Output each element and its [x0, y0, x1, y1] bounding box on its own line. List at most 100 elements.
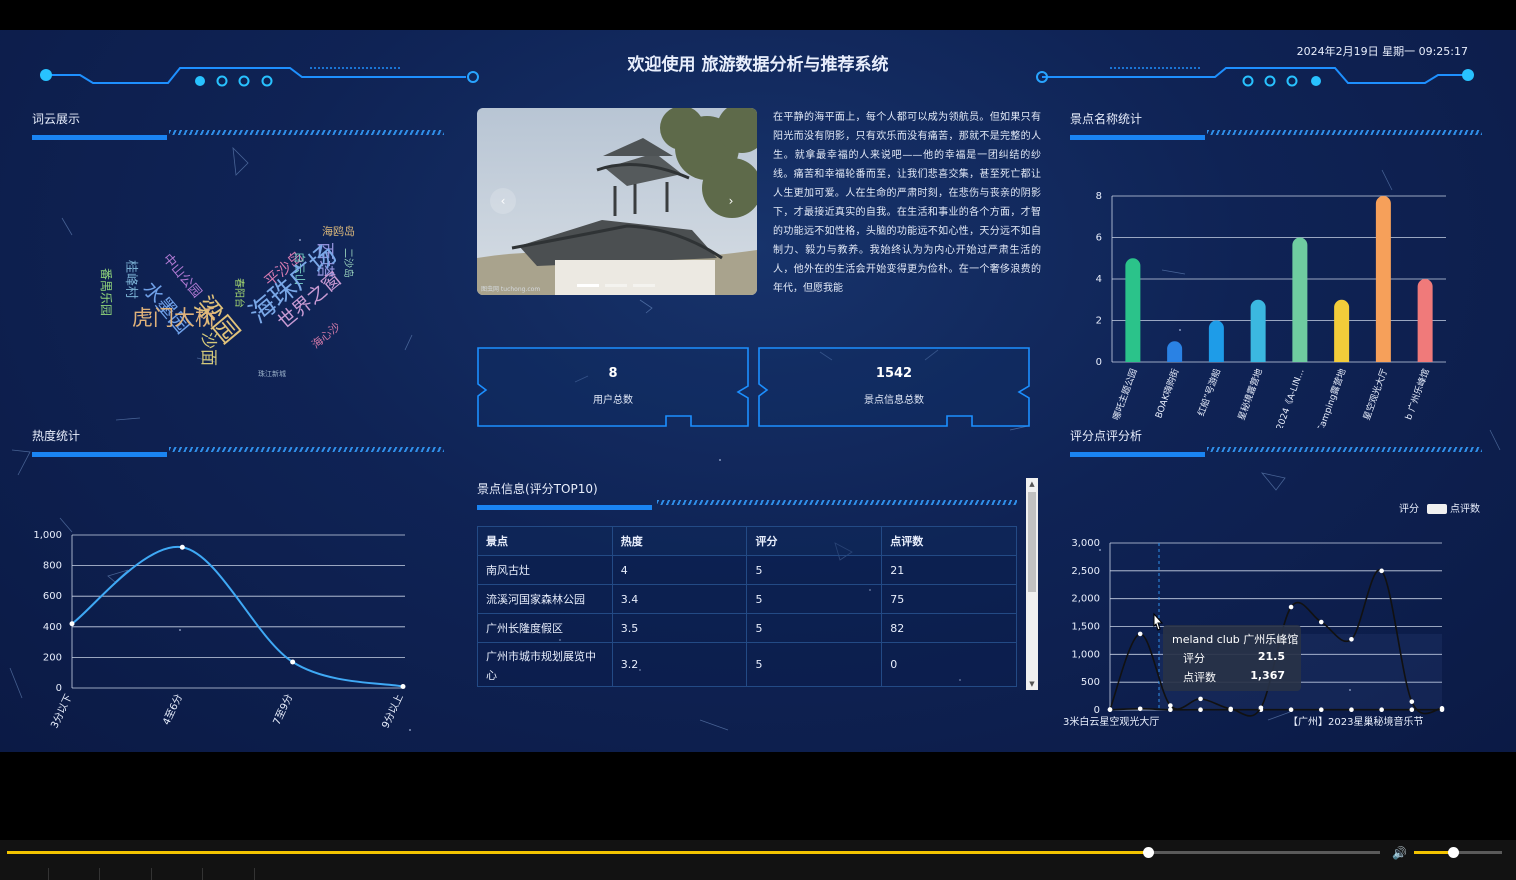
series-point — [1198, 696, 1203, 702]
x-tick-label: 9分以上 — [379, 692, 405, 730]
series-point — [1228, 706, 1234, 712]
intro-text: 在平静的海平面上，每个人都可以成为领航员。但如果只有阳光而没有阴影，只有欢乐而没… — [773, 112, 1041, 294]
word-cloud-word[interactable]: 春阳台 — [233, 278, 244, 308]
y-tick-label: 2,500 — [1071, 566, 1100, 577]
tooltip-row-label: 点评数 — [1183, 671, 1216, 684]
col-header-rating: 评分 — [746, 526, 883, 556]
word-cloud-word[interactable]: 桂峰村 — [123, 260, 138, 299]
heat-line-chart[interactable]: 0 200 400 600 800 1,000 3分以下 4至6分 7至9分 9分以上 — [20, 485, 420, 735]
y-tick-label: 200 — [43, 652, 62, 663]
table-panel-title: 景点信息(评分TOP10) — [477, 482, 598, 496]
x-tick-label: 星秘境露营地 — [1235, 367, 1265, 422]
heat-point — [179, 544, 185, 550]
x-tick-label: 4至6分 — [160, 692, 185, 727]
series-line-0 — [1109, 708, 1442, 711]
table-scrollbar[interactable]: ▲ ▼ — [1026, 478, 1038, 690]
rating-line-chart[interactable]: 0 500 1,000 1,500 2,000 2,500 3,000 3米白云星空观光大厅 【… — [1060, 460, 1490, 740]
dashboard: 欢迎使用 旅游数据分析与推荐系统 2024年2月19日 星期一 09:25:17… — [0, 30, 1516, 752]
table-row: 流溪河国家森林公园 3.4 5 75 — [477, 584, 1017, 614]
cell-reviews: 0 — [881, 642, 1017, 687]
col-header-reviews: 点评数 — [881, 526, 1017, 556]
bar — [1334, 299, 1350, 362]
y-tick-label: 500 — [1081, 677, 1100, 688]
bar — [1417, 279, 1433, 362]
word-cloud-word[interactable]: 珠江新城 — [258, 371, 286, 378]
y-tick-label: 6 — [1096, 233, 1102, 244]
taskbar-dividers — [0, 868, 260, 880]
photo-caption: 图虫网 tuchong.com — [481, 286, 541, 293]
heat-line — [71, 546, 404, 688]
cell-heat: 3.4 — [611, 584, 748, 614]
word-cloud-word[interactable]: 虎门大桥 — [132, 308, 216, 329]
x-tick-label: b 广州乐峰馆 — [1402, 367, 1432, 421]
cell-spot: 流溪河国家森林公园 — [477, 584, 613, 614]
heat-point — [400, 683, 406, 689]
cell-reviews: 21 — [881, 555, 1017, 585]
scroll-up-arrow-icon[interactable]: ▲ — [1026, 478, 1038, 490]
user-count-value: 8 — [608, 366, 618, 381]
col-header-heat: 热度 — [611, 526, 748, 556]
volume-slider[interactable] — [1414, 847, 1502, 858]
seek-bar[interactable] — [7, 847, 1380, 858]
spot-count-value: 1542 — [875, 366, 913, 381]
cell-rating: 5 — [746, 613, 883, 643]
cell-spot: 南风古灶 — [477, 555, 613, 585]
pavilion-photo — [477, 108, 757, 295]
heat-panel-title: 热度统计 — [32, 429, 81, 443]
cell-reviews: 75 — [881, 584, 1017, 614]
scroll-thumb[interactable] — [1028, 492, 1036, 592]
spot-bar-chart[interactable]: 0 2 4 6 8 哪吒主题公园 BOAK嗨购街 红船”号游船 星秘境露营地 2024《A-LIN… — [1090, 178, 1470, 428]
cell-heat: 3.2 — [611, 642, 748, 687]
x-tick-label: 7至9分 — [271, 692, 296, 727]
media-player-bar: 🔊 — [0, 752, 1516, 880]
series-point — [1168, 707, 1173, 713]
series-point — [1379, 707, 1384, 713]
cell-rating: 5 — [746, 642, 883, 687]
word-cloud-word[interactable]: 海心沙 — [309, 320, 343, 351]
x-tick-label: 【广州】2023星巢秘境音乐节 — [1288, 715, 1423, 728]
spot-count-label: 景点信息总数 — [864, 395, 924, 406]
x-tick-label: 3分以下 — [48, 692, 74, 730]
word-cloud-word[interactable]: 沙面 — [198, 332, 218, 366]
volume-icon[interactable]: 🔊 — [1392, 846, 1407, 860]
bar — [1292, 237, 1308, 362]
scroll-down-arrow-icon[interactable]: ▼ — [1026, 678, 1038, 690]
series-point — [1288, 707, 1294, 713]
series-point — [1349, 637, 1354, 642]
image-carousel[interactable]: ‹ › 图虫网 tuchong.com — [477, 108, 757, 295]
y-tick-label: 600 — [43, 591, 62, 602]
series-point — [1288, 604, 1294, 610]
user-count-label: 用户总数 — [593, 395, 633, 406]
wordcloud-title-underline — [32, 128, 444, 140]
rating-title-underline — [1070, 445, 1482, 457]
y-tick-label: 4 — [1096, 274, 1102, 285]
heat-point — [69, 621, 75, 627]
bar — [1167, 341, 1183, 362]
page-title: 欢迎使用 旅游数据分析与推荐系统 — [627, 55, 889, 75]
word-cloud-word[interactable]: 二沙岛 — [342, 248, 353, 278]
carousel-prev-button[interactable]: ‹ — [490, 188, 516, 214]
tooltip-title: meland club 广州乐峰馆 — [1172, 633, 1299, 646]
table-header-row: 景点 热度 评分 点评数 — [477, 526, 1017, 556]
series-point — [1439, 706, 1445, 711]
series-point — [1349, 707, 1354, 713]
word-cloud-word[interactable]: 番禺乐园 — [99, 268, 113, 316]
legend-swatch — [1427, 504, 1447, 514]
x-tick-label: Camping露营地 — [1314, 367, 1348, 428]
y-tick-label: 0 — [56, 683, 62, 694]
top10-table: 景点 热度 评分 点评数 南风古灶 4 5 21 流溪河国家森林公园 3.4 5 — [477, 526, 1017, 687]
seek-handle[interactable] — [1142, 847, 1154, 858]
cell-heat: 3.5 — [611, 613, 748, 643]
x-tick-label: 3米白云星空观光大厅 — [1063, 715, 1159, 728]
volume-handle[interactable] — [1447, 847, 1459, 858]
legend-label: 点评数 — [1450, 502, 1480, 515]
top10-table-container[interactable]: 景点 热度 评分 点评数 南风古灶 4 5 21 流溪河国家森林公园 3.4 5 — [477, 526, 1017, 691]
series-point — [1137, 631, 1143, 637]
word-cloud-word[interactable]: 海鸥岛 — [322, 226, 355, 237]
carousel-next-button[interactable]: › — [718, 188, 744, 214]
y-tick-label: 2 — [1096, 316, 1102, 327]
carousel-indicators[interactable] — [577, 284, 657, 287]
y-tick-label: 8 — [1096, 191, 1102, 202]
series-point — [1409, 699, 1415, 704]
table-row: 广州市城市规划展览中心 3.2 5 0 — [477, 642, 1017, 687]
